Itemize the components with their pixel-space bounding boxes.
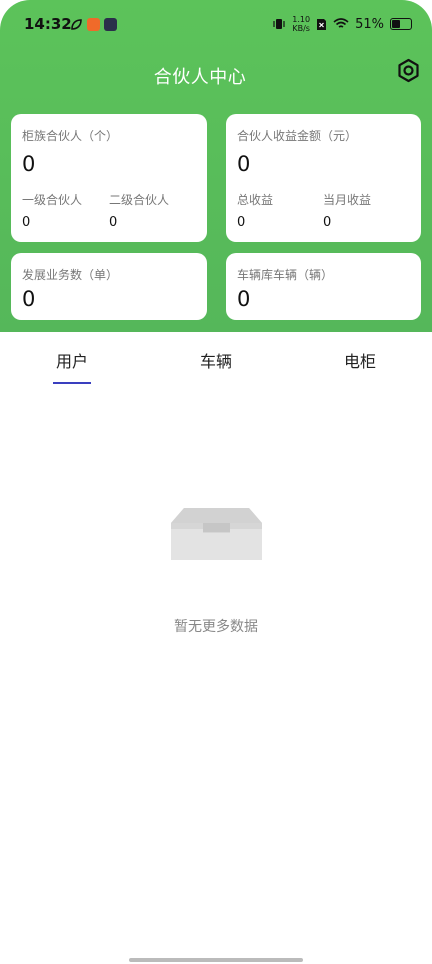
leaf-app-icon	[71, 19, 82, 30]
card-label: 合伙人收益金额（元）	[237, 129, 358, 143]
month-income-value: 0	[323, 215, 332, 230]
month-income-label: 当月收益	[323, 193, 372, 207]
net-speed-value: 1.10	[292, 15, 311, 24]
level2-value: 0	[109, 215, 118, 230]
level1-label: 一级合伙人	[22, 193, 83, 207]
total-income-label: 总收益	[237, 193, 274, 207]
status-right: 1.10 KB/s 51%	[272, 15, 412, 33]
active-tab-indicator	[53, 382, 91, 384]
card-label: 车辆库车辆（辆）	[237, 268, 334, 282]
tab-cabinets[interactable]: 电柜	[344, 348, 376, 372]
card-label: 柜族合伙人（个）	[22, 129, 119, 143]
total-income-value: 0	[237, 215, 246, 230]
card-value: 0	[237, 287, 251, 311]
tab-bar: 用户 车辆 电柜	[0, 332, 432, 387]
empty-state-text: 暂无更多数据	[174, 619, 258, 635]
tab-users[interactable]: 用户	[56, 348, 88, 372]
card-vehicles[interactable]: 车辆库车辆（辆） 0	[226, 253, 421, 320]
level2-label: 二级合伙人	[109, 193, 170, 207]
gear-icon[interactable]	[396, 58, 421, 83]
orange-app-icon	[87, 18, 100, 31]
card-partner-income[interactable]: 合伙人收益金额（元） 0 总收益 0 当月收益 0	[226, 114, 421, 242]
level1-value: 0	[22, 215, 31, 230]
card-value: 0	[22, 287, 36, 311]
battery-icon	[390, 18, 412, 30]
home-indicator[interactable]	[129, 958, 303, 962]
status-app-icons	[70, 18, 117, 31]
net-speed-unit: KB/s	[292, 24, 310, 33]
card-value: 0	[22, 152, 36, 176]
status-bar: 14:32 1.10 KB/s 51%	[0, 0, 432, 50]
tab-vehicles[interactable]: 车辆	[200, 348, 232, 372]
net-speed: 1.10 KB/s	[292, 15, 310, 33]
page-title: 合伙人中心	[153, 67, 247, 88]
play-app-icon	[104, 18, 117, 31]
card-value: 0	[237, 152, 251, 176]
card-label: 发展业务数（单）	[22, 268, 119, 282]
empty-box-icon	[171, 508, 262, 560]
wifi-icon	[333, 18, 349, 28]
sim-icon	[317, 18, 327, 30]
card-business[interactable]: 发展业务数（单） 0	[11, 253, 207, 320]
vibrate-icon	[273, 19, 285, 29]
card-cabinet-partners[interactable]: 柜族合伙人（个） 0 一级合伙人 0 二级合伙人 0	[11, 114, 207, 242]
battery-percent: 51%	[355, 16, 384, 32]
status-time: 14:32	[24, 15, 72, 33]
